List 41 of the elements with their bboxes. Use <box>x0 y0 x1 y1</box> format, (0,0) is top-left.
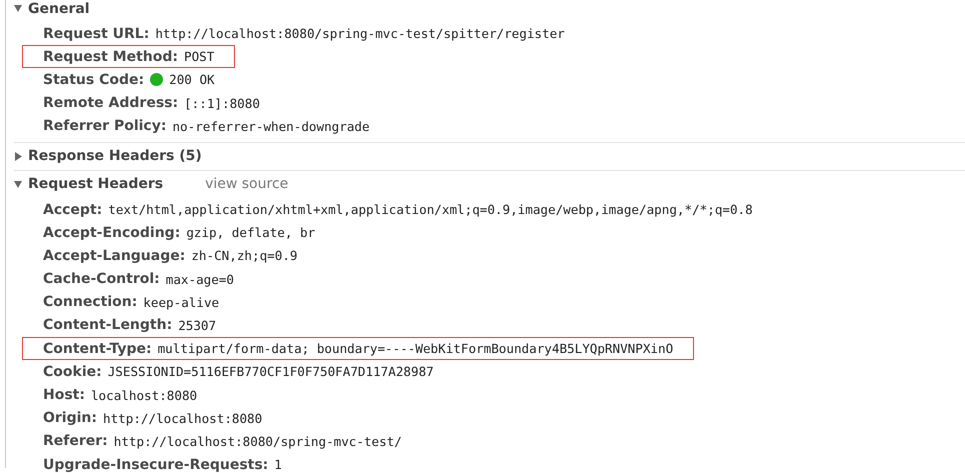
header-name: Upgrade-Insecure-Requests: <box>43 456 268 473</box>
header-value: 25307 <box>178 318 216 333</box>
header-name: Content-Length: <box>43 317 172 334</box>
collapse-triangle-icon[interactable] <box>14 180 22 189</box>
header-name: Status Code: <box>43 72 144 88</box>
header-value: 1 <box>274 457 282 472</box>
header-name: Referer: <box>43 433 108 450</box>
header-name: Connection: <box>43 294 138 310</box>
header-value: no-referrer-when-downgrade <box>172 118 370 134</box>
header-name: Request URL: <box>43 26 150 42</box>
header-value: JSESSIONID=5116EFB770CF1F0F750FA7D117A28987 <box>108 364 434 380</box>
header-value: http://localhost:8080/spring-mvc-test/ <box>114 434 402 449</box>
section-title[interactable]: Response Headers (5) <box>28 148 202 164</box>
header-value: POST <box>184 49 214 64</box>
header-name: Accept-Language: <box>43 248 186 264</box>
header-value: 200 OK <box>169 72 215 88</box>
header-value: http://localhost:8080 <box>103 410 262 426</box>
section-title[interactable]: Request Headers <box>28 176 164 192</box>
header-name: Remote Address: <box>43 95 178 112</box>
header-name: Host: <box>43 387 85 404</box>
header-name: Cache-Control: <box>43 271 160 288</box>
header-value: gzip, deflate, br <box>186 225 316 240</box>
view-source-link[interactable]: view source <box>205 176 288 192</box>
section-title[interactable]: General <box>28 0 90 16</box>
header-value: http://localhost:8080/spring-mvc-test/spitter/register <box>155 26 565 42</box>
header-value: zh-CN,zh;q=0.9 <box>191 248 298 264</box>
header-value: multipart/form-data; boundary=----WebKitFormBoundary4B5LYQpRNVNPXinO <box>158 341 674 356</box>
header-name: Origin: <box>43 410 97 426</box>
header-name: Accept-Encoding: <box>43 224 180 241</box>
header-name: Content-Type: <box>43 340 152 357</box>
header-name: Accept: <box>43 202 102 218</box>
header-value: max-age=0 <box>166 272 234 287</box>
header-name: Referrer Policy: <box>43 118 166 134</box>
collapse-triangle-icon[interactable] <box>14 4 22 13</box>
header-name: Cookie: <box>43 364 102 380</box>
header-value: keep-alive <box>143 294 220 310</box>
header-value: localhost:8080 <box>90 388 198 403</box>
expand-triangle-icon[interactable] <box>14 152 22 161</box>
header-value: text/html,application/xhtml+xml,application/xml;q=0.9,image/webp,image/apng,*/*;q=0.8 <box>108 202 753 218</box>
header-value: [::1]:8080 <box>184 96 260 111</box>
header-name: Request Method: <box>43 48 178 65</box>
